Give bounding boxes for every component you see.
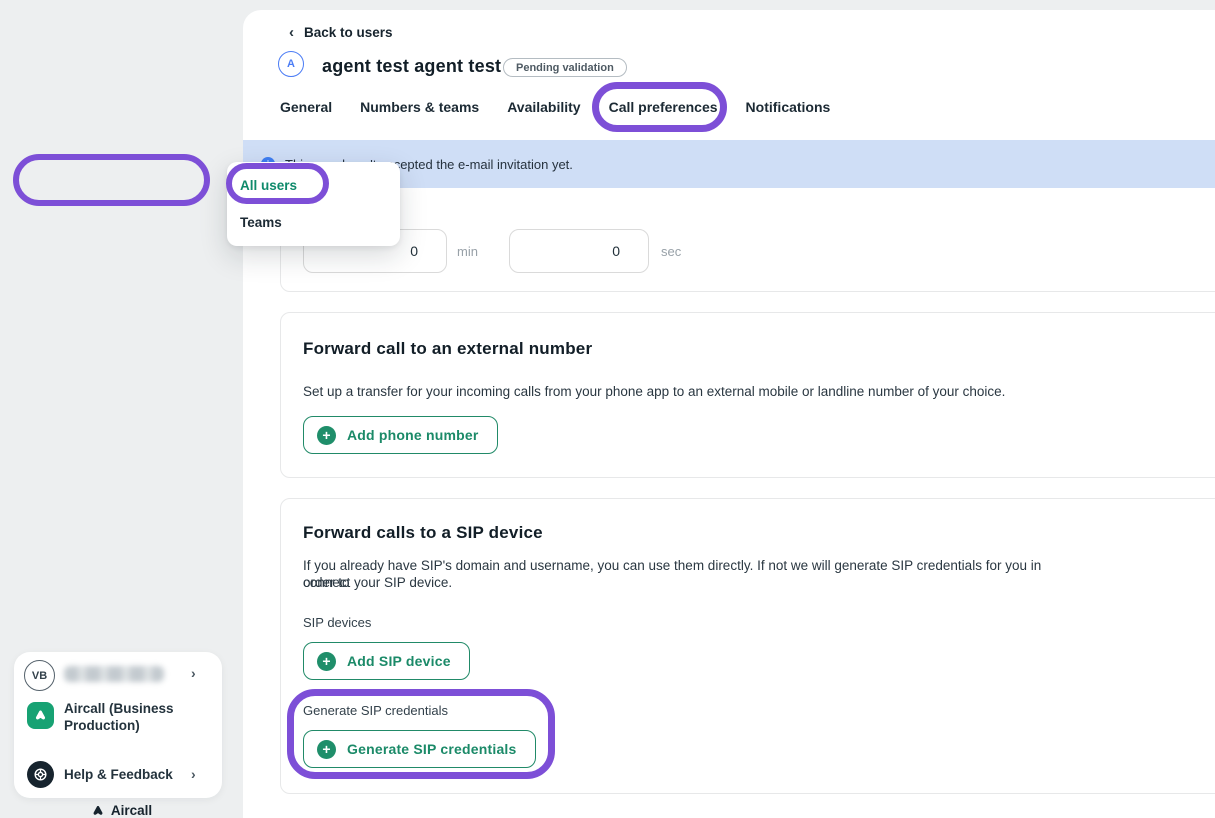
ring-duration-card: min sec xyxy=(280,170,1215,292)
chevron-right-icon: › xyxy=(191,766,196,782)
plus-icon: + xyxy=(317,652,336,671)
sip-forward-title: Forward calls to a SIP device xyxy=(303,523,543,543)
avatar: VB xyxy=(24,660,55,691)
generate-sip-credentials-button[interactable]: + Generate SIP credentials xyxy=(303,730,536,768)
chevron-left-icon: ‹ xyxy=(289,25,294,40)
help-feedback-label[interactable]: Help & Feedback xyxy=(64,767,173,782)
sip-forward-description-line2: connect your SIP device. xyxy=(303,574,452,591)
back-link-label: Back to users xyxy=(304,25,393,40)
tab-call-preferences[interactable]: Call preferences xyxy=(609,95,718,119)
add-sip-device-label: Add SIP device xyxy=(347,653,451,669)
workspace-label[interactable]: Aircall (Business Production) xyxy=(64,701,174,734)
back-to-users-link[interactable]: ‹ Back to users xyxy=(289,25,393,40)
help-lifebuoy-icon xyxy=(27,761,54,788)
workspace-label-line2: Production) xyxy=(64,718,174,735)
tab-bar: General Numbers & teams Availability Cal… xyxy=(280,95,830,119)
tab-notifications[interactable]: Notifications xyxy=(746,95,831,119)
aircall-logo: Aircall xyxy=(0,803,243,818)
external-forward-description: Set up a transfer for your incoming call… xyxy=(303,383,1005,400)
generate-sip-credentials-button-label: Generate SIP credentials xyxy=(347,741,517,757)
flyout-item-teams[interactable]: Teams xyxy=(240,215,282,230)
minutes-unit-label: min xyxy=(457,244,478,259)
aircall-workspace-icon xyxy=(27,702,54,729)
seconds-unit-label: sec xyxy=(661,244,681,259)
add-sip-device-button[interactable]: + Add SIP device xyxy=(303,642,470,680)
aircall-logo-text: Aircall xyxy=(111,803,152,818)
page-title: agent test agent test xyxy=(322,56,501,77)
status-badge: Pending validation xyxy=(503,58,627,77)
external-forward-title: Forward call to an external number xyxy=(303,339,592,359)
plus-icon: + xyxy=(317,426,336,445)
sip-devices-label: SIP devices xyxy=(303,615,371,630)
sip-forward-card: Forward calls to a SIP device If you alr… xyxy=(280,498,1215,794)
plus-icon: + xyxy=(317,740,336,759)
generate-sip-credentials-label: Generate SIP credentials xyxy=(303,703,448,718)
seconds-input[interactable] xyxy=(509,229,649,273)
tab-general[interactable]: General xyxy=(280,95,332,119)
flyout-item-all-users[interactable]: All users xyxy=(240,178,297,193)
users-teams-flyout: All users Teams xyxy=(227,162,400,246)
chevron-right-icon: › xyxy=(191,665,196,681)
tab-numbers-teams[interactable]: Numbers & teams xyxy=(360,95,479,119)
external-forward-card: Forward call to an external number Set u… xyxy=(280,312,1215,478)
tab-availability[interactable]: Availability xyxy=(507,95,580,119)
add-phone-number-button[interactable]: + Add phone number xyxy=(303,416,498,454)
add-phone-number-label: Add phone number xyxy=(347,427,479,443)
user-name-redacted xyxy=(64,666,164,682)
aircall-logo-icon xyxy=(91,804,105,818)
avatar: A xyxy=(278,51,304,77)
workspace-label-line1: Aircall (Business xyxy=(64,701,174,718)
account-card: VB › Aircall (Business Production) Help … xyxy=(14,652,222,798)
